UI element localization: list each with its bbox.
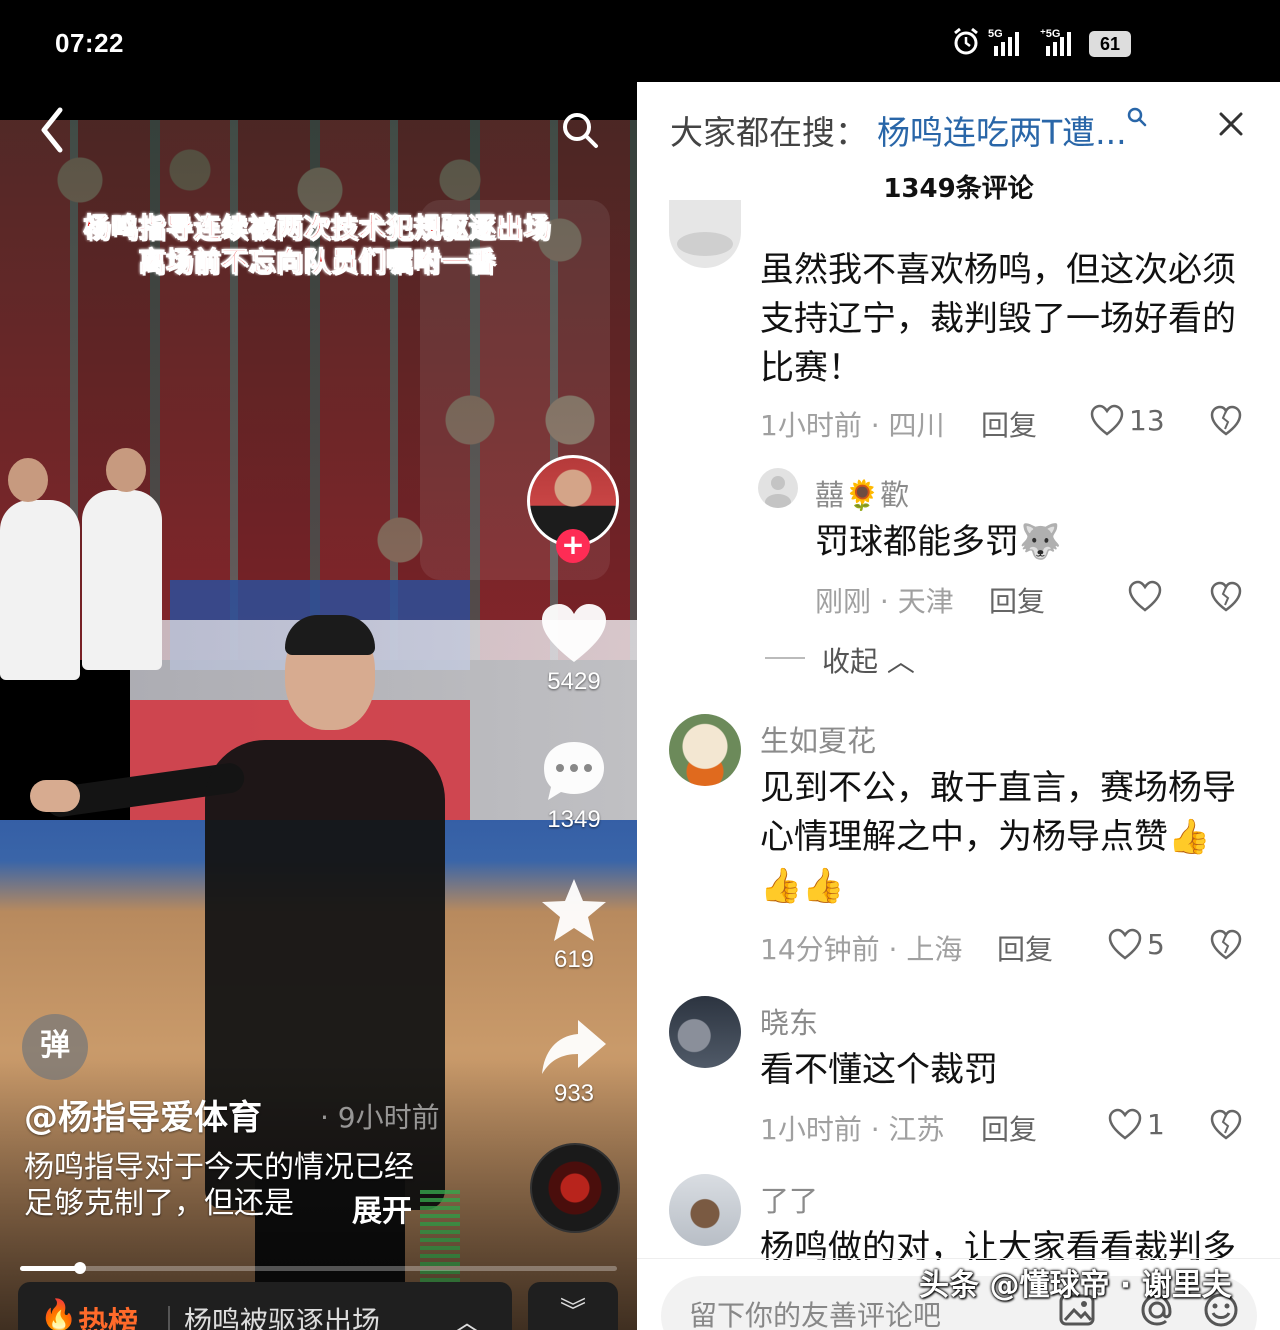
reply-meta: 刚刚 · 天津 xyxy=(815,585,954,618)
reply-button[interactable]: 回复 xyxy=(981,404,1037,444)
svg-text:⁺5G: ⁺5G xyxy=(1040,28,1060,40)
progress-track[interactable] xyxy=(20,1266,617,1271)
post-time: · 9小时前 xyxy=(320,1101,440,1134)
comment-meta: 1小时前 · 四川 xyxy=(760,409,945,442)
favorite-count: 619 xyxy=(553,946,595,973)
svg-text:5G: 5G xyxy=(988,28,1003,40)
music-disc-icon[interactable] xyxy=(530,1143,620,1233)
heart-outline-icon[interactable] xyxy=(1107,927,1143,961)
heart-outline-icon[interactable] xyxy=(1107,1107,1143,1141)
broken-heart-icon[interactable] xyxy=(1209,579,1243,613)
like-count: 13 xyxy=(1129,404,1165,437)
reply-button[interactable]: 回复 xyxy=(997,928,1053,968)
comment-count: 1349 xyxy=(547,806,601,833)
comments-panel: 大家都在搜： 杨鸣连吃两T遭... 1349条评论 虽然我不喜欢杨鸣，但这次必须… xyxy=(637,82,1280,1330)
small-search-icon[interactable] xyxy=(1126,106,1148,128)
broken-heart-icon[interactable] xyxy=(1209,1107,1243,1141)
comment-avatar[interactable] xyxy=(669,714,741,786)
collapse-replies-button[interactable]: 收起 ︿ xyxy=(822,640,915,680)
video-caption: 杨鸣指导连续被两次技术犯规驱逐出场 离场前不忘向队员们嘱咐一番 xyxy=(52,212,582,280)
danmu-toggle-button[interactable]: 弹 xyxy=(22,1014,88,1080)
reply-avatar[interactable] xyxy=(758,468,798,508)
input-divider xyxy=(637,1258,1280,1259)
chevron-up-icon: ︿ xyxy=(886,645,915,678)
reply-text: 罚球都能多罚🐺 xyxy=(815,522,1062,562)
hot-list-bar[interactable]: 🔥 热榜 杨鸣被驱逐出场 ︿ xyxy=(18,1282,512,1330)
broken-heart-icon[interactable] xyxy=(1209,927,1243,961)
caption-line-2: 离场前不忘向队员们嘱咐一番 xyxy=(138,247,496,279)
comment-text: 见到不公，敢于直言，赛场杨导心情理解之中，为杨导点赞👍👍👍 xyxy=(760,768,1236,906)
hot-divider xyxy=(168,1306,170,1330)
share-arrow-icon[interactable] xyxy=(538,1012,610,1084)
comment-avatar[interactable] xyxy=(669,996,741,1068)
back-arrow-icon[interactable] xyxy=(34,104,74,156)
follow-button[interactable]: + xyxy=(556,529,590,563)
heart-outline-icon[interactable] xyxy=(1127,579,1163,613)
trending-search-label: 大家都在搜： xyxy=(670,113,868,152)
comment-avatar[interactable] xyxy=(669,1174,741,1246)
comment-username[interactable]: 了了 xyxy=(760,1178,818,1220)
like-count: 5429 xyxy=(547,668,601,695)
signal-5g-secondary-icon: ⁺5G xyxy=(1040,28,1071,56)
hot-topic-text: 杨鸣被驱逐出场 xyxy=(184,1305,381,1330)
comment-text: 看不懂这个裁罚 xyxy=(760,1050,998,1090)
like-count: 1 xyxy=(1147,1108,1165,1141)
reply-username[interactable]: 囍🌻歡 xyxy=(815,472,909,514)
comment-text: 杨鸣做的对，让大家看看裁判多 xyxy=(760,1228,1236,1260)
watermark: 头条 @懂球帝 · 谢里夫 xyxy=(919,1268,1232,1303)
caption-line-1: 杨鸣指导连续被两次技术犯规驱逐出场 xyxy=(83,213,551,245)
comment-icon[interactable] xyxy=(538,736,610,808)
comment-avatar[interactable] xyxy=(669,200,741,268)
progress-fill xyxy=(20,1266,80,1271)
status-time: 07:22 xyxy=(55,28,124,58)
favorite-star-icon[interactable] xyxy=(538,875,610,947)
hot-list-label: 热榜 xyxy=(78,1306,138,1330)
reply-button[interactable]: 回复 xyxy=(989,580,1045,620)
collapse-replies-label: 收起 xyxy=(822,645,879,678)
like-icon[interactable] xyxy=(538,598,610,670)
progress-handle[interactable] xyxy=(73,1262,86,1274)
comment-meta: 14分钟前 · 上海 xyxy=(760,933,963,966)
like-count: 5 xyxy=(1147,928,1165,961)
comment-meta: 1小时前 · 江苏 xyxy=(760,1113,945,1146)
alarm-icon xyxy=(954,27,978,55)
collapse-divider xyxy=(765,657,805,659)
comment-input-placeholder[interactable]: 留下你的友善评论吧 xyxy=(689,1294,941,1330)
chevron-up-icon[interactable]: ︿ xyxy=(454,1302,480,1330)
comment-text: 虽然我不喜欢杨鸣，但这次必须支持辽宁，裁判毁了一场好看的比赛！ xyxy=(760,250,1236,388)
share-count: 933 xyxy=(553,1080,595,1107)
trending-search-query[interactable]: 杨鸣连吃两T遭... xyxy=(877,106,1127,154)
flame-icon: 🔥 xyxy=(40,1298,78,1330)
status-bar: 07:22 5G ⁺5G 61 xyxy=(0,0,1280,82)
comment-username[interactable]: 晓东 xyxy=(760,1000,818,1042)
battery-indicator: 61 xyxy=(1089,31,1131,57)
signal-5g-icon: 5G xyxy=(988,28,1019,56)
video-frame xyxy=(0,120,637,1330)
author-name[interactable]: @杨指导爱体育 xyxy=(24,1090,262,1139)
heart-outline-icon[interactable] xyxy=(1089,403,1125,437)
reply-button[interactable]: 回复 xyxy=(981,1108,1037,1148)
close-icon[interactable] xyxy=(1217,110,1245,138)
search-icon[interactable] xyxy=(560,110,600,150)
broken-heart-icon[interactable] xyxy=(1209,403,1243,437)
expand-description-link[interactable]: 展开 xyxy=(352,1186,412,1230)
chevron-double-down-icon[interactable]: ︾ xyxy=(528,1282,618,1330)
comment-username[interactable]: 生如夏花 xyxy=(760,718,876,760)
